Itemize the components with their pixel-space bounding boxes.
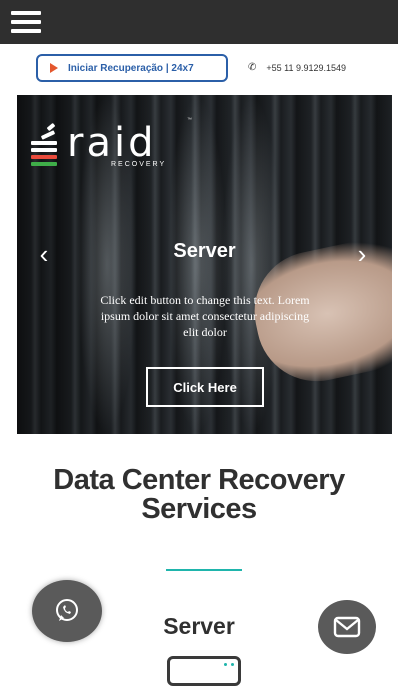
slide-title: Server <box>173 240 236 262</box>
hero-slider: raid RECOVERY ™ ‹ › Server Click edit bu… <box>17 95 392 434</box>
cta-row: Iniciar Recuperação | 24x7 ✆ +55 11 9.91… <box>0 52 398 88</box>
logo-stripes-icon <box>31 122 61 166</box>
start-recovery-button[interactable]: Iniciar Recuperação | 24x7 <box>36 54 228 82</box>
phone-link[interactable]: ✆ +55 11 9.9129.1549 <box>248 62 346 73</box>
raid-logo[interactable]: raid RECOVERY ™ <box>31 105 201 169</box>
envelope-icon <box>333 616 361 638</box>
phone-number: +55 11 9.9129.1549 <box>266 62 347 73</box>
logo-trademark: ™ <box>187 117 192 123</box>
section-title: Data Center Recovery Services <box>53 464 345 525</box>
logo-subtitle: RECOVERY <box>111 161 167 168</box>
slide-text: Click edit button to change this text. L… <box>100 293 310 339</box>
server-icon <box>167 656 241 686</box>
mail-icon[interactable] <box>318 600 376 654</box>
click-here-button[interactable]: Click Here <box>146 367 264 407</box>
phone-icon: ✆ <box>248 62 257 73</box>
top-bar <box>0 0 398 44</box>
play-icon <box>50 63 58 73</box>
section-divider <box>166 569 242 571</box>
hamburger-menu-icon[interactable] <box>8 9 44 35</box>
logo-wordmark: raid <box>67 120 157 166</box>
start-recovery-label: Iniciar Recuperação | 24x7 <box>68 62 194 74</box>
